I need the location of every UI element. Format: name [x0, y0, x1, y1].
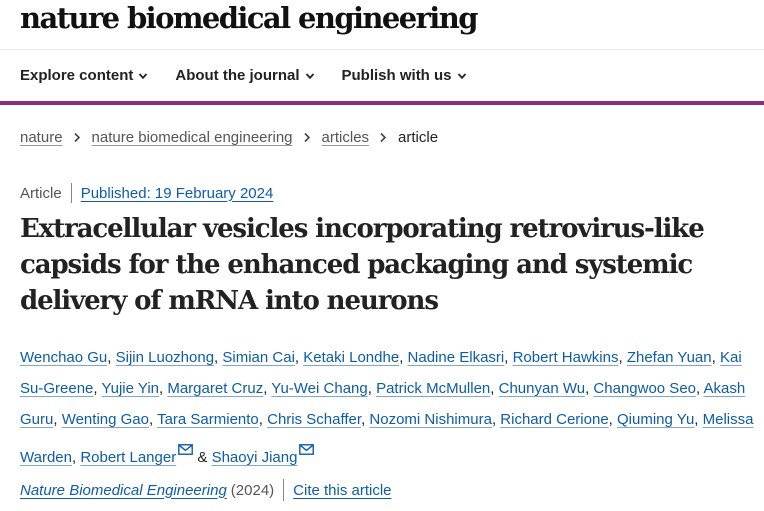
nav-label: Explore content [20, 67, 134, 84]
breadcrumb-articles[interactable]: articles [322, 129, 370, 146]
author-separator: , [608, 411, 618, 428]
chevron-down-icon [305, 72, 314, 79]
nav-explore-content[interactable]: Explore content [20, 67, 148, 84]
author-link[interactable]: Margaret Cruz [167, 380, 263, 397]
author-separator: , [696, 380, 704, 397]
author-link[interactable]: Yu-Wei Chang [271, 380, 367, 397]
author-link[interactable]: Chris Schaffer [267, 411, 361, 428]
publication-year: (2024) [230, 481, 275, 499]
author-separator: , [490, 380, 499, 397]
author-link[interactable]: Patrick McMullen [376, 380, 490, 397]
site-header: nature biomedical engineering [0, 0, 764, 50]
journal-name-link[interactable]: Nature Biomedical Engineering [20, 482, 227, 499]
author-link[interactable]: Qiuming Yu [617, 411, 694, 428]
breadcrumb-journal[interactable]: nature biomedical engineering [92, 129, 293, 146]
author-link[interactable]: Zhefan Yuan [627, 349, 712, 366]
author-link[interactable]: Nozomi Nishimura [369, 411, 492, 428]
article-title: Extracellular vesicles incorporating ret… [20, 214, 705, 316]
divider [283, 479, 285, 501]
citation-line: Nature Biomedical Engineering (2024) Cit… [20, 479, 392, 501]
author-link[interactable]: Nadine Elkasri [408, 349, 505, 366]
author-link[interactable]: Richard Cerione [500, 411, 608, 428]
cite-this-article-link[interactable]: Cite this article [293, 482, 391, 499]
chevron-right-icon [303, 132, 310, 143]
author-separator: , [711, 349, 720, 366]
author-link[interactable]: Wenchao Gu [20, 349, 107, 366]
author-separator: , [294, 349, 304, 366]
mail-icon[interactable] [178, 435, 194, 455]
author-separator: , [148, 411, 158, 428]
divider [70, 183, 72, 203]
published-date-link[interactable]: Published: 19 February 2024 [81, 185, 274, 202]
article-meta: Article Published: 19 February 2024 [20, 183, 273, 203]
author-separator: , [694, 411, 703, 428]
author-separator: , [367, 380, 377, 397]
author-list: Wenchao Gu, Sijin Luozhong, Simian Cai, … [20, 342, 760, 473]
chevron-right-icon [380, 132, 387, 143]
author-separator: , [399, 349, 408, 366]
author-link[interactable]: Tara Sarmiento [157, 411, 259, 428]
chevron-right-icon [73, 132, 80, 143]
author-link[interactable]: Shaoyi Jiang [212, 449, 298, 466]
journal-logo[interactable]: nature biomedical engineering [20, 1, 478, 35]
author-link[interactable]: Ketaki Londhe [303, 349, 399, 366]
author-link[interactable]: Simian Cai [222, 349, 295, 366]
article-type: Article [20, 184, 62, 202]
nav-label: Publish with us [341, 67, 452, 84]
author-separator: , [258, 411, 268, 428]
author-ampersand: & [193, 449, 212, 466]
chevron-down-icon [457, 72, 466, 79]
author-separator: , [53, 411, 62, 428]
mail-icon[interactable] [299, 435, 315, 455]
author-link[interactable]: Robert Hawkins [513, 349, 619, 366]
author-link[interactable]: Robert Langer [80, 449, 176, 466]
author-link[interactable]: Wenting Gao [62, 411, 149, 428]
author-separator: , [504, 349, 513, 366]
author-link[interactable]: Changwoo Seo [593, 380, 696, 397]
chevron-down-icon [139, 72, 148, 79]
nav-publish-with-us[interactable]: Publish with us [342, 67, 467, 84]
author-separator: , [107, 349, 116, 366]
breadcrumb-current: article [398, 129, 439, 146]
author-link[interactable]: Yujie Yin [101, 380, 159, 397]
author-separator: , [618, 349, 627, 366]
nav-label: About the journal [175, 67, 300, 84]
author-link[interactable]: Sijin Luozhong [116, 349, 214, 366]
breadcrumb: nature nature biomedical engineering art… [20, 129, 438, 146]
main-navigation: Explore content About the journal Publis… [0, 50, 764, 105]
author-link[interactable]: Chunyan Wu [499, 380, 585, 397]
nav-about-journal[interactable]: About the journal [175, 67, 314, 84]
breadcrumb-nature[interactable]: nature [20, 129, 63, 146]
